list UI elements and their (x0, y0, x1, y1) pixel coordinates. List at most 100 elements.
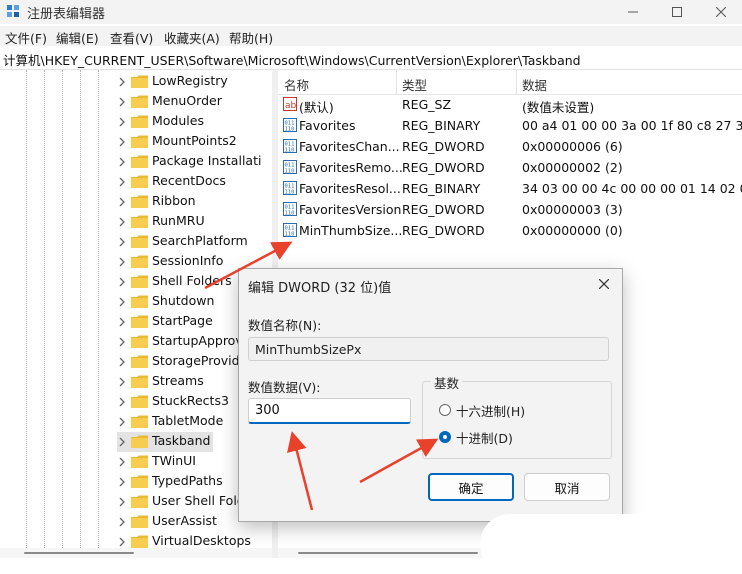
scrollbar-thumb[interactable] (24, 552, 134, 554)
chevron-right-icon[interactable] (117, 75, 127, 89)
column-header-type[interactable]: 类型 (402, 75, 427, 94)
folder-icon (131, 135, 148, 148)
value-name: MinThumbSize... (299, 223, 403, 238)
column-separator[interactable] (516, 70, 517, 94)
value-type: REG_BINARY (402, 181, 481, 196)
chevron-right-icon[interactable] (117, 375, 127, 389)
value-data-input[interactable]: 300 (248, 398, 411, 424)
value-row[interactable]: 011 110 FavoritesResol... REG_BINARY 34 03 0… (278, 179, 742, 200)
svg-text:110: 110 (285, 148, 295, 154)
chevron-right-icon[interactable] (117, 515, 127, 529)
tree-item[interactable]: Modules (117, 112, 272, 132)
tree-item-label: Taskband (152, 433, 211, 448)
cancel-button[interactable]: 取消 (524, 473, 610, 501)
close-icon (599, 279, 609, 289)
decimal-radio-label[interactable]: 十进制(D) (456, 428, 513, 447)
tree-horizontal-scrollbar[interactable] (0, 548, 272, 558)
menu-bar: 文件(F) 编辑(E) 查看(V) 收藏夹(A) 帮助(H) (0, 26, 742, 46)
chevron-right-icon[interactable] (117, 395, 127, 409)
chevron-right-icon[interactable] (117, 115, 127, 129)
tree-item-label: MountPoints2 (152, 133, 237, 148)
folder-icon (131, 395, 148, 408)
chevron-right-icon[interactable] (117, 175, 127, 189)
binary-value-icon: 011110 (283, 118, 297, 132)
close-window-button[interactable] (698, 0, 742, 24)
chevron-right-icon[interactable] (117, 455, 127, 469)
binary-value-icon: 011110 (283, 223, 297, 237)
chevron-right-icon[interactable] (117, 215, 127, 229)
edit-dword-dialog: 编辑 DWORD (32 位)值 数值名称(N): MinThumbSizePx… (238, 268, 623, 522)
tree-item-label: Streams (152, 373, 204, 388)
value-row[interactable]: 011 110 Favorites REG_BINARY 00 a4 01 00 00 … (278, 116, 742, 137)
column-header-data[interactable]: 数据 (522, 75, 547, 94)
folder-icon (131, 455, 148, 468)
hex-radio-label[interactable]: 十六进制(H) (456, 401, 525, 420)
chevron-right-icon[interactable] (117, 315, 127, 329)
folder-icon (131, 475, 148, 488)
folder-icon (131, 335, 148, 348)
folder-icon (131, 235, 148, 248)
chevron-right-icon[interactable] (117, 275, 127, 289)
value-name: Favorites (299, 118, 356, 133)
value-name-label: 数值名称(N): (248, 318, 322, 333)
chevron-right-icon[interactable] (117, 295, 127, 309)
tree-guide-line (80, 70, 81, 558)
chevron-right-icon[interactable] (117, 355, 127, 369)
tree-item-label: TabletMode (152, 413, 224, 428)
chevron-right-icon[interactable] (117, 135, 127, 149)
tree-item[interactable]: Ribbon (117, 192, 272, 212)
chevron-right-icon[interactable] (117, 535, 127, 549)
value-name: (默认) (299, 100, 334, 115)
value-row[interactable]: 011 110 FavoritesVersion REG_DWORD 0x0000000… (278, 200, 742, 221)
dialog-close-button[interactable] (595, 275, 613, 293)
chevron-right-icon[interactable] (117, 235, 127, 249)
tree-item-label: User Shell Fold (152, 493, 245, 508)
tree-item[interactable]: Taskband (117, 432, 213, 452)
registry-key-tree[interactable]: LowRegistry MenuOrder Modules MountPoints2 P… (0, 70, 272, 558)
chevron-right-icon[interactable] (117, 95, 127, 109)
value-row[interactable]: ab (默认) REG_SZ (数值未设置) (278, 95, 742, 116)
ok-button[interactable]: 确定 (428, 473, 514, 501)
tree-item-label: TypedPaths (152, 473, 223, 488)
tree-item[interactable]: LowRegistry (117, 72, 272, 92)
chevron-right-icon[interactable] (117, 435, 127, 449)
menu-help[interactable]: 帮助(H) (229, 28, 273, 47)
menu-edit[interactable]: 编辑(E) (56, 28, 99, 47)
value-row[interactable]: 011 110 FavoritesRemo... REG_DWORD 0x0000000… (278, 158, 742, 179)
tree-item-label: RunMRU (152, 213, 205, 228)
string-value-icon: ab (283, 97, 297, 111)
folder-icon (131, 115, 148, 128)
chevron-right-icon[interactable] (117, 195, 127, 209)
value-row[interactable]: 011 110 FavoritesChan... REG_DWORD 0x0000000… (278, 137, 742, 158)
chevron-right-icon[interactable] (117, 475, 127, 489)
decimal-radio[interactable] (439, 431, 451, 443)
tree-item[interactable]: RunMRU (117, 212, 272, 232)
column-separator[interactable] (396, 70, 397, 94)
chevron-right-icon[interactable] (117, 155, 127, 169)
chevron-right-icon[interactable] (117, 415, 127, 429)
menu-view[interactable]: 查看(V) (110, 28, 153, 47)
tree-item[interactable]: MountPoints2 (117, 132, 272, 152)
chevron-right-icon[interactable] (117, 495, 127, 509)
title-bar: 注册表编辑器 (0, 0, 742, 24)
menu-favorites[interactable]: 收藏夹(A) (164, 28, 220, 47)
menu-file[interactable]: 文件(F) (5, 28, 47, 47)
tree-item[interactable]: Package Installati (117, 152, 272, 172)
address-bar[interactable]: 计算机\HKEY_CURRENT_USER\Software\Microsoft… (0, 47, 742, 70)
folder-icon (131, 275, 148, 288)
column-header-name[interactable]: 名称 (284, 75, 309, 94)
tree-item[interactable]: MenuOrder (117, 92, 272, 112)
chevron-right-icon[interactable] (117, 255, 127, 269)
value-row[interactable]: 011 110 MinThumbSize... REG_DWORD 0x00000000… (278, 221, 742, 242)
maximize-button[interactable] (654, 0, 700, 24)
hex-radio[interactable] (439, 404, 451, 416)
chevron-right-icon[interactable] (117, 335, 127, 349)
scrollbar-thumb[interactable] (298, 552, 478, 554)
regedit-app-icon (7, 5, 19, 17)
minimize-button[interactable] (610, 0, 656, 24)
value-data: 0x00000006 (6) (522, 139, 623, 154)
tree-item[interactable]: SearchPlatform (117, 232, 272, 252)
value-data: 34 03 00 00 4c 00 00 00 01 14 02 00 0 (522, 181, 742, 196)
tree-item[interactable]: RecentDocs (117, 172, 272, 192)
address-path[interactable]: 计算机\HKEY_CURRENT_USER\Software\Microsoft… (3, 50, 581, 69)
